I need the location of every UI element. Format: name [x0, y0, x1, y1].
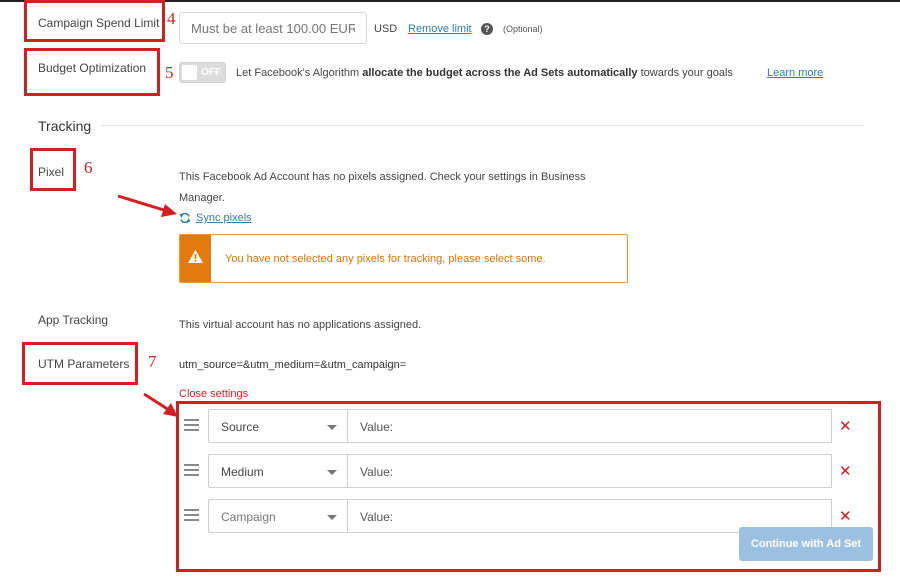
remove-row-icon[interactable]: ✕ — [839, 417, 852, 435]
remove-row-icon[interactable]: ✕ — [839, 507, 852, 525]
value-placeholder: Value: — [360, 420, 394, 434]
chevron-down-icon — [327, 515, 337, 520]
utm-row-medium: Medium Value: ✕ — [180, 454, 860, 488]
toggle-knob — [182, 65, 197, 80]
budget-optimization-label: Budget Optimization — [38, 61, 147, 75]
close-settings-link[interactable]: Close settings — [179, 388, 248, 400]
app-tracking-message: This virtual account has no applications… — [179, 319, 422, 331]
alert-message: You have not selected any pixels for tra… — [225, 253, 546, 265]
drag-handle-icon[interactable] — [184, 464, 199, 479]
chevron-down-icon — [327, 425, 337, 430]
app-tracking-label: App Tracking — [38, 313, 109, 327]
pixel-message-line2: Manager. — [179, 192, 225, 204]
step-number-4: 4 — [167, 9, 176, 28]
sync-pixels-link[interactable]: Sync pixels — [196, 212, 252, 224]
alert-icon-bar — [180, 235, 211, 282]
utm-parameters-label: UTM Parameters — [38, 357, 130, 371]
step-number-7: 7 — [148, 352, 157, 371]
refresh-icon[interactable] — [179, 212, 191, 224]
param-select-value: Source — [221, 420, 260, 434]
step-number-6: 6 — [84, 158, 93, 177]
budget-optimization-description: Let Facebook's Algorithm allocate the bu… — [236, 67, 733, 79]
chevron-down-icon — [327, 470, 337, 475]
budget-optimization-toggle[interactable]: OFF — [179, 62, 226, 83]
arrow-annotation-pixel — [117, 194, 177, 217]
currency-label: USD — [374, 23, 398, 35]
toggle-state-label: OFF — [201, 67, 221, 78]
optional-note: (Optional) — [503, 24, 543, 34]
drag-handle-icon[interactable] — [184, 419, 199, 434]
step-number-5: 5 — [165, 63, 174, 82]
pixel-warning-alert: You have not selected any pixels for tra… — [179, 234, 628, 283]
value-input[interactable]: Value: — [347, 454, 832, 488]
arrow-annotation-utm — [143, 392, 178, 417]
utm-row-source: Source Value: ✕ — [180, 409, 860, 443]
learn-more-link[interactable]: Learn more — [767, 67, 823, 79]
param-select[interactable]: Campaign — [208, 499, 348, 533]
value-input[interactable]: Value: — [347, 409, 832, 443]
pixel-message-line1: This Facebook Ad Account has no pixels a… — [179, 171, 586, 183]
tracking-section-title: Tracking — [38, 118, 92, 134]
pixel-label: Pixel — [38, 165, 65, 179]
drag-handle-icon[interactable] — [184, 509, 199, 524]
remove-limit-link[interactable]: Remove limit — [408, 23, 472, 35]
value-placeholder: Value: — [360, 465, 394, 479]
remove-row-icon[interactable]: ✕ — [839, 462, 852, 480]
spend-limit-label: Campaign Spend Limit — [38, 16, 160, 30]
section-divider — [101, 125, 863, 126]
param-select[interactable]: Source — [208, 409, 348, 443]
utm-query-string: utm_source=&utm_medium=&utm_campaign= — [179, 359, 407, 371]
param-select[interactable]: Medium — [208, 454, 348, 488]
warning-icon — [188, 250, 203, 263]
continue-with-ad-set-button[interactable]: Continue with Ad Set — [739, 527, 873, 561]
spend-limit-input[interactable] — [179, 12, 367, 44]
description-suffix: towards your goals — [640, 67, 733, 79]
description-bold: allocate the budget across the Ad Sets a… — [362, 67, 638, 79]
param-select-value: Campaign — [221, 510, 276, 524]
param-select-value: Medium — [221, 465, 264, 479]
value-placeholder: Value: — [360, 510, 394, 524]
help-icon[interactable]: ? — [481, 23, 493, 35]
description-prefix: Let Facebook's Algorithm — [236, 67, 360, 79]
